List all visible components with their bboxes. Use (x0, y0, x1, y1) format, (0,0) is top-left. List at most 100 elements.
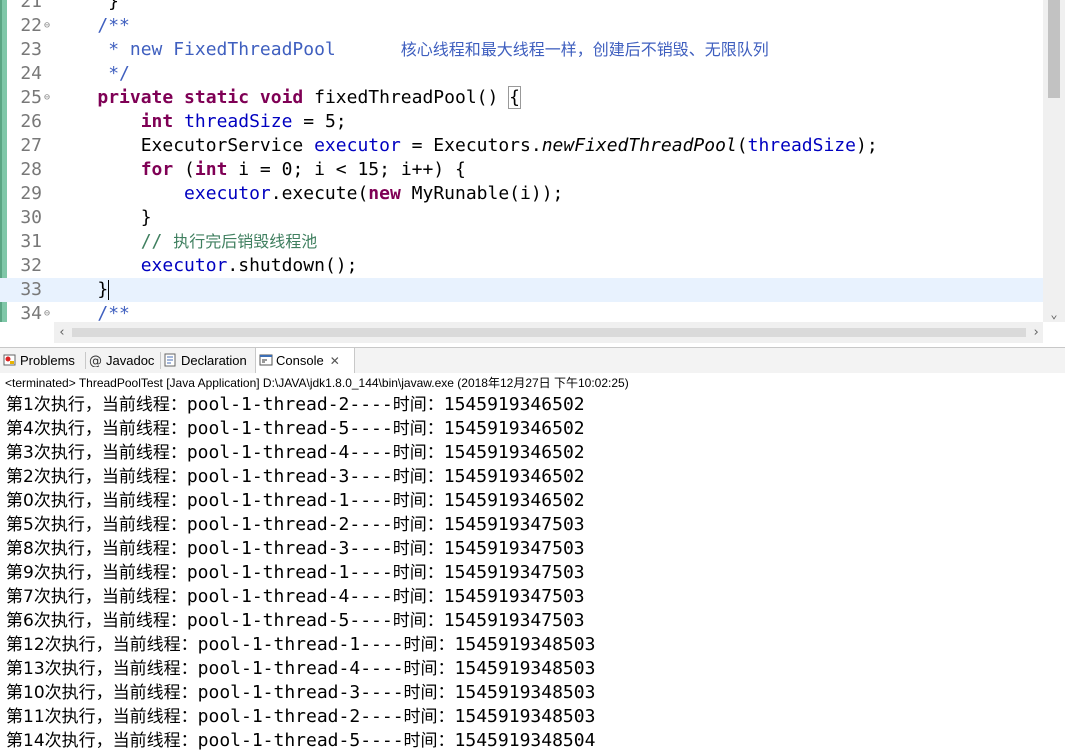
code-line[interactable]: 31 // 执行完后销毁线程池 (0, 230, 1043, 254)
console-line: 第2次执行，当前线程：pool-1-thread-3----时间：1545919… (6, 465, 585, 489)
console-mid: 时间： (392, 515, 444, 535)
console-line: 第3次执行，当前线程：pool-1-thread-4----时间：1545919… (6, 441, 585, 465)
console-line: 第13次执行，当前线程：pool-1-thread-4----时间：154591… (6, 657, 595, 681)
console-thread: pool-1-thread-5---- (186, 610, 393, 631)
console-time: 1545919346502 (443, 490, 585, 511)
console-thread: pool-1-thread-5---- (186, 418, 393, 439)
code-line[interactable]: 32 executor.shutdown(); (0, 254, 1043, 278)
console-time: 1545919346502 (443, 394, 585, 415)
code-text: private static void fixedThreadPool() { (97, 86, 522, 109)
code-text: } (54, 0, 120, 12)
line-number: 32 (20, 255, 42, 276)
horizontal-scrollbar-thumb[interactable] (72, 328, 1026, 337)
tab-declaration[interactable]: Declaration (164, 348, 254, 373)
code-line[interactable]: 33 } (0, 278, 1043, 302)
fold-collapse-icon[interactable]: ⊖ (44, 302, 50, 326)
fold-collapse-icon[interactable]: ⊖ (44, 86, 50, 110)
console-mid: 时间： (392, 539, 444, 559)
console-thread: pool-1-thread-2---- (186, 394, 393, 415)
console-pre: 第8次执行，当前线程： (6, 539, 187, 559)
console-status: <terminated> ThreadPoolTest [Java Applic… (0, 373, 1065, 393)
problems-icon (3, 350, 17, 366)
console-pre: 第11次执行，当前线程： (6, 707, 198, 727)
code-text: * new FixedThreadPool 核心线程和最大线程一样，创建后不销毁… (108, 39, 769, 60)
code-text: executor.execute(new MyRunable(i)); (184, 183, 564, 204)
vertical-scrollbar-thumb[interactable] (1048, 0, 1060, 98)
console-time: 1545919347503 (443, 562, 585, 583)
console-icon (259, 350, 273, 366)
code-line[interactable]: 27 ExecutorService executor = Executors.… (0, 134, 1043, 158)
line-number: 28 (20, 159, 42, 180)
console-thread: pool-1-thread-3---- (186, 466, 393, 487)
tab-javadoc-label: Javadoc (106, 353, 155, 368)
code-text: executor.shutdown(); (140, 255, 358, 276)
code-line[interactable]: 26 int threadSize = 5; (0, 110, 1043, 134)
code-line[interactable]: 30 } (0, 206, 1043, 230)
console-pre: 第5次执行，当前线程： (6, 515, 187, 535)
code-line[interactable]: 25 ⊖ private static void fixedThreadPool(… (0, 86, 1043, 110)
code-line[interactable]: 29 executor.execute(new MyRunable(i)); (0, 182, 1043, 206)
console-time: 1545919346502 (443, 466, 585, 487)
code-line[interactable]: 23 * new FixedThreadPool 核心线程和最大线程一样，创建后… (0, 38, 1043, 62)
code-area[interactable]: 21 } 22 ⊖ /** 23 * new FixedThreadPool 核心线程… (0, 0, 1043, 324)
code-editor[interactable]: 21 } 22 ⊖ /** 23 * new FixedThreadPool 核心线程… (0, 0, 1065, 343)
tab-problems-label: Problems (20, 353, 75, 368)
console-pre: 第13次执行，当前线程： (6, 659, 198, 679)
console-thread: pool-1-thread-4---- (186, 586, 393, 607)
console-line: 第1次执行，当前线程：pool-1-thread-2----时间：1545919… (6, 393, 585, 417)
scroll-right-icon[interactable]: › (1028, 322, 1044, 343)
console-time: 1545919348503 (454, 682, 596, 703)
console-mid: 时间： (403, 635, 455, 655)
console-pre: 第12次执行，当前线程： (6, 635, 198, 655)
views-tab-bar: Problems @ Javadoc Declaration Console ✕ (0, 347, 1065, 374)
svg-text:@: @ (89, 354, 102, 367)
console-line: 第8次执行，当前线程：pool-1-thread-3----时间：1545919… (6, 537, 585, 561)
console-mid: 时间： (392, 611, 444, 631)
console-pre: 第9次执行，当前线程： (6, 563, 187, 583)
code-line[interactable]: 28 for (int i = 0; i < 15; i++) { (0, 158, 1043, 182)
console-time: 1545919348503 (454, 634, 596, 655)
console-time: 1545919346502 (443, 442, 585, 463)
scroll-down-icon[interactable]: ⌄ (1045, 306, 1063, 322)
console-time: 1545919348504 (454, 730, 596, 751)
tab-javadoc[interactable]: @ Javadoc (89, 348, 159, 373)
console-mid: 时间： (392, 587, 444, 607)
close-icon[interactable]: ✕ (330, 349, 340, 374)
console-time: 1545919347503 (443, 586, 585, 607)
console-thread: pool-1-thread-1---- (186, 562, 393, 583)
tab-separator (85, 352, 86, 369)
line-number: 31 (20, 231, 42, 252)
console-thread: pool-1-thread-1---- (186, 490, 393, 511)
fold-collapse-icon[interactable]: ⊖ (44, 14, 50, 38)
console-mid: 时间： (392, 395, 444, 415)
console-mid: 时间： (403, 731, 455, 751)
code-line[interactable]: 22 ⊖ /** (0, 14, 1043, 38)
tab-console-label: Console (276, 353, 324, 368)
scroll-left-icon[interactable]: ‹ (54, 322, 70, 343)
console-thread: pool-1-thread-1---- (197, 634, 404, 655)
console-time: 1545919347503 (443, 610, 585, 631)
code-line[interactable]: 24 */ (0, 62, 1043, 86)
line-number: 29 (20, 183, 42, 204)
console-pre: 第0次执行，当前线程： (6, 491, 187, 511)
code-text: } (54, 207, 152, 228)
console-time: 1545919347503 (443, 514, 585, 535)
line-number: 23 (20, 39, 42, 60)
tab-declaration-label: Declaration (181, 353, 247, 368)
tab-console[interactable]: Console ✕ (255, 348, 355, 373)
console-line: 第9次执行，当前线程：pool-1-thread-1----时间：1545919… (6, 561, 585, 585)
tab-problems[interactable]: Problems (3, 348, 83, 373)
console-pre: 第14次执行，当前线程： (6, 731, 198, 751)
declaration-icon (164, 350, 178, 367)
console-thread: pool-1-thread-4---- (186, 442, 393, 463)
line-number: 33 (20, 279, 42, 300)
code-line[interactable]: 21 } (0, 0, 1043, 14)
console-output[interactable]: 第1次执行，当前线程：pool-1-thread-2----时间：1545919… (0, 393, 1065, 756)
line-number: 27 (20, 135, 42, 156)
console-thread: pool-1-thread-2---- (197, 706, 404, 727)
console-pre: 第6次执行，当前线程： (6, 611, 187, 631)
console-pre: 第10次执行，当前线程： (6, 683, 198, 703)
console-time: 1545919347503 (443, 538, 585, 559)
console-mid: 时间： (392, 467, 444, 487)
line-number: 34 (20, 303, 42, 324)
